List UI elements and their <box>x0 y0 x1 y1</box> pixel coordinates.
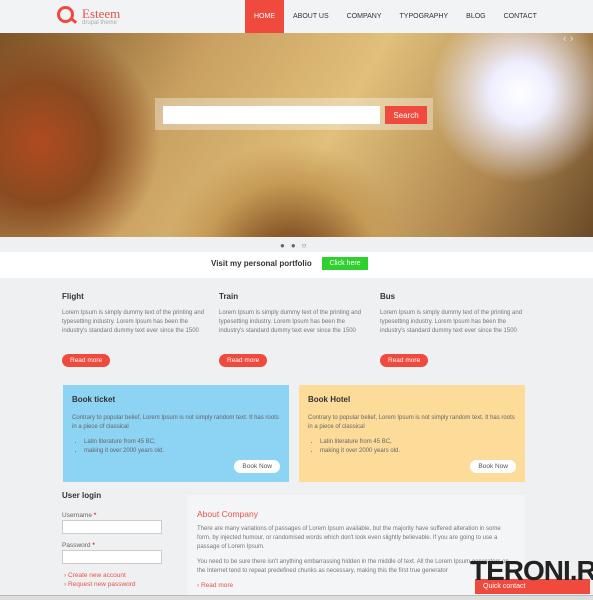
box-list-item: Latin literature from 45 BC, <box>320 438 516 447</box>
book-ticket-box: Book ticket Contrary to popular belief, … <box>63 385 289 482</box>
horizontal-scrollbar[interactable] <box>0 595 593 600</box>
main-nav: HOME ABOUT US COMPANY TYPOGRAPHY BLOG CO… <box>245 0 546 33</box>
feature-text: Lorem Ipsum is simply dummy text of the … <box>380 310 523 334</box>
box-title: Book Hotel <box>308 395 351 404</box>
click-here-button[interactable]: Click here <box>322 257 368 270</box>
box-list-item: making it over 2000 years old. <box>84 447 280 456</box>
login-title: User login <box>62 491 102 500</box>
about-read-more-link[interactable]: › Read more <box>197 582 515 589</box>
box-text: Contrary to popular belief, Lorem Ipsum … <box>308 415 515 430</box>
feature-title: Train <box>219 292 239 301</box>
hero-slider <box>0 33 593 237</box>
box-list-item: Latin literature from 45 BC, <box>84 438 280 447</box>
search-button[interactable]: Search <box>385 106 427 124</box>
user-login: User login <box>62 491 101 500</box>
book-hotel-box: Book Hotel Contrary to popular belief, L… <box>299 385 525 482</box>
box-title: Book ticket <box>72 395 116 404</box>
slider-dots[interactable]: ●●○ <box>280 241 313 250</box>
feature-text: Lorem Ipsum is simply dummy text of the … <box>62 310 205 334</box>
read-more-button[interactable]: Read more <box>219 354 268 367</box>
site-tagline: drupal theme <box>82 20 118 26</box>
about-text: You need to be sure there isn't anything… <box>197 559 509 574</box>
site-header: Esteem drupal theme HOME ABOUT US COMPAN… <box>0 0 593 33</box>
portfolio-text: Visit my personal portfolio <box>211 259 312 268</box>
box-list-item: making it over 2000 years old. <box>320 447 516 456</box>
search-input[interactable] <box>163 106 380 124</box>
watermark: TERONI.RU <box>470 555 593 586</box>
logo-icon-tail <box>69 17 78 24</box>
read-more-button[interactable]: Read more <box>62 354 111 367</box>
feature-flight: Flight Lorem Ipsum is simply dummy text … <box>62 292 207 367</box>
username-label: Username * <box>62 512 97 519</box>
nav-blog[interactable]: BLOG <box>457 0 494 33</box>
feature-title: Bus <box>380 292 396 301</box>
nav-contact[interactable]: CONTACT <box>495 0 546 33</box>
create-account-link[interactable]: › Create new account <box>64 572 126 579</box>
request-password-link[interactable]: › Request new password <box>64 581 136 588</box>
next-arrow-icon[interactable]: › <box>570 33 574 45</box>
prev-arrow-icon[interactable]: ‹ <box>563 33 567 45</box>
about-title: About Company <box>197 509 258 519</box>
nav-typography[interactable]: TYPOGRAPHY <box>391 0 458 33</box>
nav-home[interactable]: HOME <box>245 0 284 33</box>
about-text: There are many variations of passages of… <box>197 526 501 550</box>
password-field[interactable] <box>62 550 162 564</box>
book-now-button[interactable]: Book Now <box>234 460 280 473</box>
read-more-button[interactable]: Read more <box>380 354 429 367</box>
nav-about-us[interactable]: ABOUT US <box>284 0 338 33</box>
feature-bus: Bus Lorem Ipsum is simply dummy text of … <box>380 292 530 367</box>
box-text: Contrary to popular belief, Lorem Ipsum … <box>72 415 279 430</box>
feature-train: Train Lorem Ipsum is simply dummy text o… <box>219 292 364 367</box>
book-now-button[interactable]: Book Now <box>470 460 516 473</box>
nav-company[interactable]: COMPANY <box>338 0 391 33</box>
feature-title: Flight <box>62 292 84 301</box>
username-field[interactable] <box>62 520 162 534</box>
password-label: Password * <box>62 542 95 549</box>
feature-text: Lorem Ipsum is simply dummy text of the … <box>219 310 362 334</box>
slider-arrows: ‹ › <box>563 33 573 45</box>
